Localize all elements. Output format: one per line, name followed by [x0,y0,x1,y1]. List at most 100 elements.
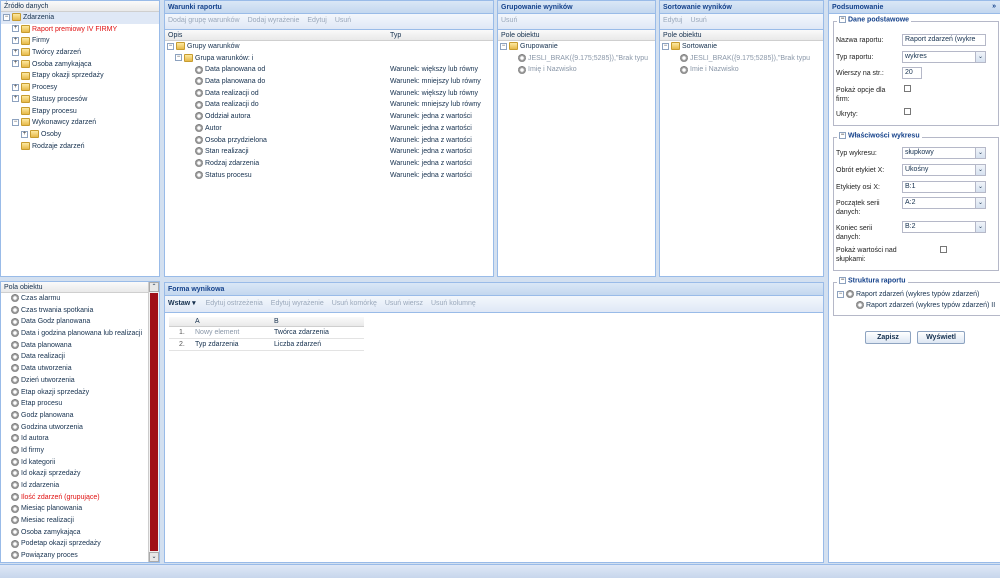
result-grid-row[interactable]: 1. Nowy element Twórca zdarzenia [169,327,364,339]
field-list-item[interactable]: Dzień utworzenia [3,375,159,387]
expand-plus-icon[interactable]: + [12,25,19,33]
collapse-minus-icon[interactable]: − [837,290,844,298]
field-list-item[interactable]: Data utworzenia [3,363,159,375]
sorting-row[interactable]: Imie i Nazwisko [660,64,823,76]
condition-row[interactable]: Rodzaj zdarzenia Warunek: jedna z wartośc… [165,158,493,170]
col-description[interactable]: Opis [168,32,182,39]
insert-menu-button[interactable]: Wstaw ▾ [168,300,196,307]
scroll-down-button[interactable]: ⌄ [149,552,159,562]
field-list-item[interactable]: Godz planowana [3,410,159,422]
source-tree-item[interactable]: + Osoba zamykająca [1,59,159,71]
source-tree-item[interactable]: + Statusy procesów [1,94,159,106]
grouping-grid-header[interactable]: Pole obiektu [498,30,655,41]
condition-row[interactable]: − Grupy warunków [165,41,493,53]
collapse-minus-icon[interactable]: − [500,42,507,50]
cell-b[interactable]: Liczba zdarzeń [274,339,321,351]
conditions-toolbar-button-2[interactable]: Edytuj [307,17,326,24]
grouping-row[interactable]: Imię i Nazwisko [498,64,655,76]
chart-props-legend[interactable]: − Właściwości wykresu [837,132,922,140]
field-list-item[interactable]: Czas trwania spotkania [3,305,159,317]
conditions-toolbar-button-0[interactable]: Dodaj grupę warunków [168,17,240,24]
expand-plus-icon[interactable]: + [12,83,19,91]
result-form-toolbar-button-3[interactable]: Usuń wiersz [385,300,423,307]
source-tree-item[interactable]: + Firmy [1,35,159,47]
hidden-checkbox[interactable] [904,108,911,115]
dropdown-trigger-icon[interactable]: ⌄ [975,52,985,62]
field-list-item[interactable]: Miesiąc planowania [3,503,159,515]
field-list-item[interactable]: Data i godzina planowana lub realizacji [3,328,159,340]
structure-child-node[interactable]: Raport zdarzeń (wykres typów zdarzeń) II [856,300,995,312]
label-rotation-select[interactable]: Ukośny ⌄ [902,164,986,176]
sorting-row[interactable]: JESLI_BRAK({9.175;5285}),"Brak typu [660,53,823,65]
chart-type-select[interactable]: słupkowy ⌄ [902,147,986,159]
field-list-item[interactable]: Osoba zamykająca [3,527,159,539]
report-type-select[interactable]: wykres ⌄ [902,51,986,63]
result-form-toolbar-button-0[interactable]: Edytuj ostrzeżenia [206,300,263,307]
show-firm-options-checkbox[interactable] [904,85,911,92]
condition-row[interactable]: Data planowana od Warunek: większy lub ró… [165,64,493,76]
field-list-item[interactable]: Id kategorii [3,457,159,469]
field-list-item[interactable]: Godzina utworzenia [3,422,159,434]
field-list-item[interactable]: Czas alarmu [3,293,159,305]
view-button[interactable]: Wyświetl [917,331,965,344]
condition-row[interactable]: Stan realizacji Warunek: jedna z wartości [165,146,493,158]
expand-plus-icon[interactable]: + [12,48,19,56]
condition-row[interactable]: − Grupa warunków: i [165,53,493,65]
collapse-minus-icon[interactable]: − [175,54,182,62]
x-labels-select[interactable]: B:1 ⌄ [902,181,986,193]
collapse-minus-icon[interactable]: − [3,13,10,21]
field-list-item[interactable]: Id autora [3,433,159,445]
report-structure-legend[interactable]: − Struktura raportu [837,277,908,285]
field-list-item[interactable]: Data planowana [3,340,159,352]
col-a-header[interactable]: A [195,318,200,325]
field-list-item[interactable]: Powiązany proces [3,550,159,562]
report-name-input[interactable]: Raport zdarzeń (wykre [902,34,986,46]
result-form-toolbar-button-1[interactable]: Edytuj wyrażenie [271,300,324,307]
condition-row[interactable]: Autor Warunek: jedna z wartości [165,123,493,135]
condition-row[interactable]: Data planowana do Warunek: mniejszy lub r… [165,76,493,88]
source-tree-item[interactable]: Etapy okazji sprzedaży [1,70,159,82]
condition-row[interactable]: Oddział autora Warunek: jedna z wartości [165,111,493,123]
cell-a[interactable]: Nowy element [195,327,239,339]
dropdown-trigger-icon[interactable]: ⌄ [975,198,985,208]
dropdown-trigger-icon[interactable]: ⌄ [975,222,985,232]
grouping-row[interactable]: JESLI_BRAK({9.175;5285}),"Brak typu [498,53,655,65]
sorting-grid-header[interactable]: Pole obiektu [660,30,823,41]
structure-root-node[interactable]: − Raport zdarzeń (wykres typów zdarzeń) [837,289,979,301]
result-grid-row[interactable]: 2. Typ zdarzenia Liczba zdarzeń [169,339,364,351]
source-tree-item[interactable]: + Osoby [1,129,159,141]
condition-row[interactable]: Data realizacji do Warunek: mniejszy lub … [165,99,493,111]
basic-data-legend[interactable]: − Dane podstawowe [837,16,912,24]
source-tree-item[interactable]: + Procesy [1,82,159,94]
col-type[interactable]: Typ [390,32,401,39]
dropdown-trigger-icon[interactable]: ⌄ [975,165,985,175]
field-list-item[interactable]: Podetap okazji sprzedaży [3,538,159,550]
field-list-item[interactable]: Etap okazji sprzedaży [3,387,159,399]
field-list-item[interactable]: Miesiac realizacji [3,515,159,527]
collapse-minus-icon[interactable]: − [662,42,669,50]
expand-plus-icon[interactable]: + [12,37,19,45]
sorting-row[interactable]: − Sortowanie [660,41,823,53]
dropdown-trigger-icon[interactable]: ⌄ [975,148,985,158]
show-values-checkbox[interactable] [940,246,947,253]
rows-per-page-input[interactable]: 20 [902,67,922,79]
source-tree-item[interactable]: − Zdarzenia [1,12,159,24]
sorting-toolbar-button-1[interactable]: Usuń [690,17,706,24]
collapse-icon[interactable]: » [992,3,996,10]
expand-plus-icon[interactable]: + [12,95,19,103]
conditions-toolbar-button-1[interactable]: Dodaj wyrażenie [248,17,300,24]
field-list-item[interactable]: Etap procesu [3,398,159,410]
condition-row[interactable]: Status procesu Warunek: jedna z wartości [165,170,493,182]
grouping-toolbar-button-0[interactable]: Usuń [501,17,517,24]
collapse-minus-icon[interactable]: − [12,118,19,126]
result-form-toolbar-button-2[interactable]: Usuń komórkę [332,300,377,307]
scroll-up-button[interactable]: ⌃ [149,282,159,292]
source-tree-item[interactable]: + Raport premiowy IV FIRMY [1,24,159,36]
expand-plus-icon[interactable]: + [21,130,28,138]
cell-a[interactable]: Typ zdarzenia [195,339,239,351]
series-end-select[interactable]: B:2 ⌄ [902,221,986,233]
col-b-header[interactable]: B [274,318,279,325]
field-list-item[interactable]: Data Godz planowana [3,316,159,328]
condition-row[interactable]: Osoba przydzielona Warunek: jedna z warto… [165,135,493,147]
field-list-item[interactable]: Ilość zdarzeń (grupujące) [3,492,159,504]
